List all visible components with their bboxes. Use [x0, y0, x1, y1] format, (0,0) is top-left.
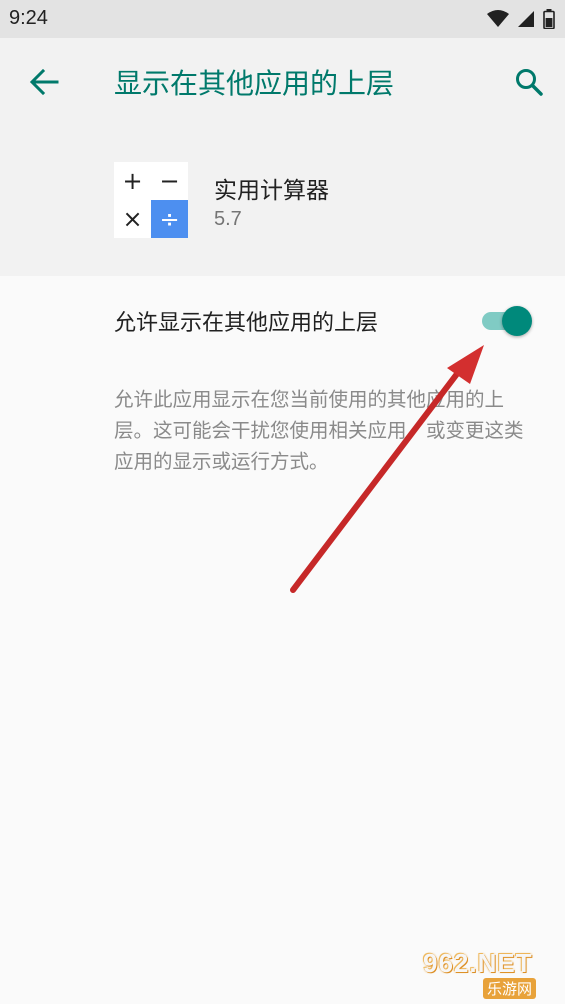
permission-toggle-row[interactable]: 允许显示在其他应用的上层	[0, 276, 565, 362]
app-version: 5.7	[214, 208, 242, 230]
app-name: 实用计算器	[214, 178, 329, 204]
minus-symbol: −	[151, 162, 188, 200]
toggle-label: 允许显示在其他应用的上层	[114, 311, 379, 336]
signal-icon	[518, 11, 534, 27]
wifi-icon	[487, 10, 509, 27]
plus-symbol: +	[114, 162, 151, 200]
app-bar: 显示在其他应用的上层	[0, 38, 565, 126]
status-icons	[487, 7, 555, 31]
status-bar: 9:24	[0, 0, 565, 38]
permission-content: 允许显示在其他应用的上层 允许此应用显示在您当前使用的其他应用的上层。这可能会干…	[0, 276, 565, 1004]
watermark-logo: 962.NET	[423, 948, 533, 978]
permission-description: 允许此应用显示在您当前使用的其他应用的上层。这可能会干扰您使用相关应用，或变更这…	[114, 388, 524, 473]
back-button[interactable]	[22, 60, 66, 104]
switch-thumb	[502, 306, 532, 336]
app-header: + − × ÷ 实用计算器 5.7	[0, 126, 565, 276]
search-button[interactable]	[507, 60, 551, 104]
calculator-app-icon: + − × ÷	[114, 162, 188, 238]
overlay-permission-switch[interactable]	[480, 304, 536, 336]
divide-symbol: ÷	[151, 200, 188, 238]
page-title: 显示在其他应用的上层	[114, 67, 395, 100]
multiply-symbol: ×	[114, 200, 151, 238]
search-icon	[516, 69, 543, 96]
arrow-back-icon	[29, 69, 59, 95]
status-time: 9:24	[9, 7, 48, 29]
watermark-subtitle: 乐游网	[483, 978, 537, 999]
battery-icon	[543, 9, 555, 29]
site-watermark: 962.NET 乐游网	[423, 948, 559, 1000]
